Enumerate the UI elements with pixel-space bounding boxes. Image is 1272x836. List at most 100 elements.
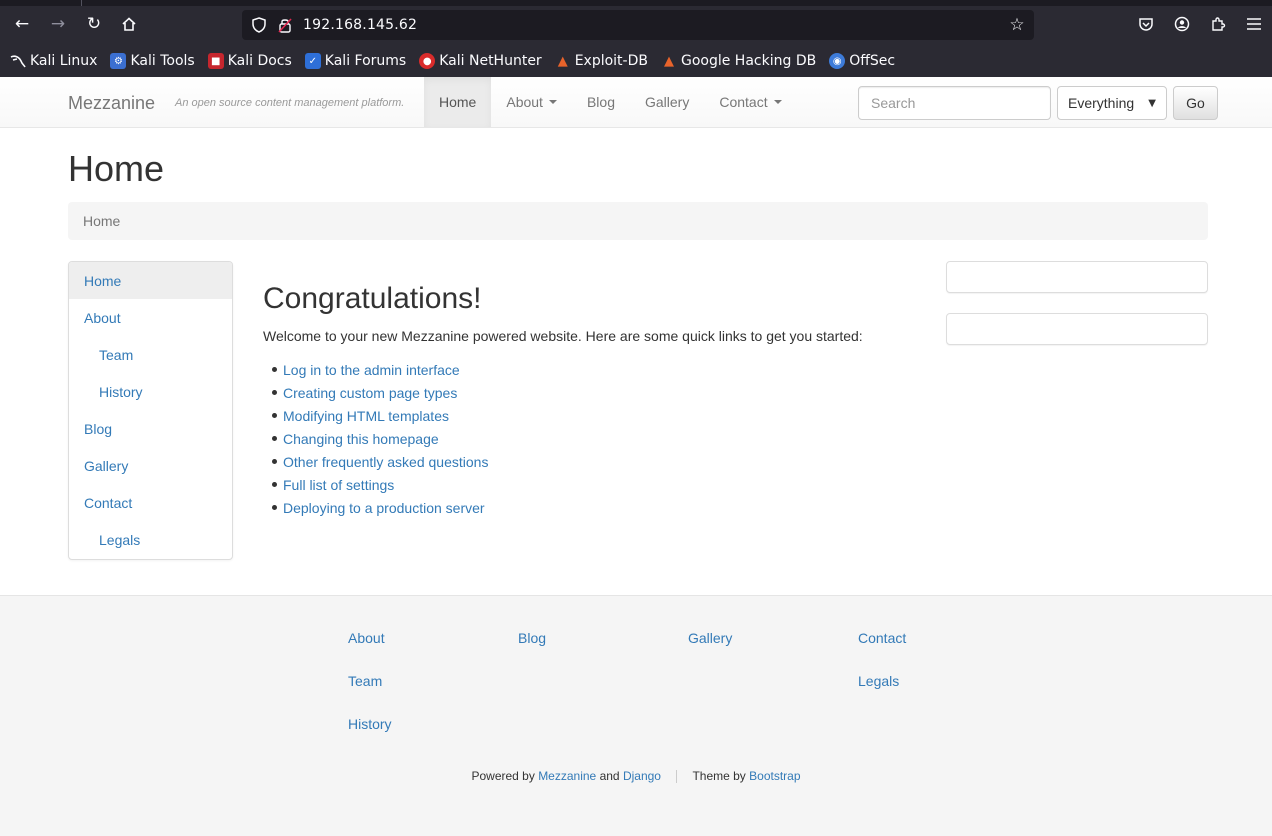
- page-title: Home: [68, 148, 165, 189]
- bullet-icon: [272, 390, 277, 395]
- link-admin-login[interactable]: Log in to the admin interface: [283, 362, 460, 378]
- address-bar[interactable]: 192.168.145.62 ☆: [242, 10, 1034, 40]
- bookmark-label: Kali Forums: [324, 53, 407, 69]
- bullet-icon: [272, 413, 277, 418]
- footer-link-gallery[interactable]: Gallery: [688, 630, 848, 673]
- browser-toolbar: ← → ↻ 192.168.145.62 ☆: [0, 6, 1272, 44]
- insecure-lock-icon[interactable]: [276, 15, 294, 35]
- bookmark-kali-linux[interactable]: Kali Linux: [10, 53, 97, 69]
- nav-label: About: [506, 94, 543, 110]
- sidenav-item-contact[interactable]: Contact: [69, 484, 232, 521]
- bullet-icon: [272, 367, 277, 372]
- link-changing-homepage[interactable]: Changing this homepage: [283, 431, 439, 447]
- shield-icon[interactable]: [250, 15, 268, 35]
- nav-about[interactable]: About: [491, 77, 572, 127]
- sidenav-item-about[interactable]: About: [69, 299, 232, 336]
- bookmark-exploit-db[interactable]: ▲ Exploit-DB: [555, 53, 648, 69]
- credits-and: and: [599, 769, 620, 783]
- bookmark-kali-nethunter[interactable]: ● Kali NetHunter: [419, 53, 542, 69]
- sidenav-item-blog[interactable]: Blog: [69, 410, 232, 447]
- footer-link-blog[interactable]: Blog: [518, 630, 678, 673]
- nav-gallery[interactable]: Gallery: [630, 77, 704, 127]
- bookmark-kali-tools[interactable]: ⚙ Kali Tools: [110, 53, 195, 69]
- sidenav-item-legals[interactable]: Legals: [69, 521, 232, 558]
- bookmark-label: Kali NetHunter: [439, 53, 542, 69]
- forward-arrow-icon[interactable]: →: [42, 8, 74, 40]
- caret-down-icon: [548, 100, 557, 104]
- account-icon[interactable]: [1166, 8, 1198, 40]
- bookmark-star-icon[interactable]: ☆: [1006, 14, 1028, 36]
- credits-theme-by: Theme by: [692, 769, 746, 783]
- bullet-icon: [272, 436, 277, 441]
- extensions-icon[interactable]: [1202, 8, 1234, 40]
- list-item: Log in to the admin interface: [263, 358, 488, 381]
- footer-link-about[interactable]: About: [348, 630, 508, 673]
- link-deploying[interactable]: Deploying to a production server: [283, 500, 485, 516]
- footer-link-history[interactable]: History: [348, 716, 508, 759]
- reload-icon[interactable]: ↻: [78, 8, 110, 40]
- bookmark-label: Kali Tools: [130, 53, 195, 69]
- sidenav-item-history[interactable]: History: [69, 373, 232, 410]
- bullet-icon: [272, 505, 277, 510]
- kali-docs-icon: ■: [207, 53, 224, 69]
- url-text[interactable]: 192.168.145.62: [303, 17, 417, 33]
- site-brand[interactable]: Mezzanine: [68, 93, 155, 114]
- footer-credits: Powered by Mezzanine and Django Theme by…: [0, 769, 1272, 784]
- bookmark-label: Kali Linux: [30, 53, 98, 69]
- back-arrow-icon[interactable]: ←: [6, 8, 38, 40]
- link-settings[interactable]: Full list of settings: [283, 477, 394, 493]
- footer-column-gallery: Gallery: [688, 630, 848, 673]
- nav-label: Blog: [586, 94, 615, 110]
- bookmark-google-hacking-db[interactable]: ▲ Google Hacking DB: [661, 53, 816, 69]
- link-custom-page-types[interactable]: Creating custom page types: [283, 385, 457, 401]
- search-go-button[interactable]: Go: [1173, 86, 1218, 120]
- footer-link-legals[interactable]: Legals: [858, 673, 1018, 716]
- link-django[interactable]: Django: [623, 769, 661, 783]
- footer-link-contact[interactable]: Contact: [858, 630, 1018, 673]
- nav-contact[interactable]: Contact: [704, 77, 796, 127]
- caret-down-icon: [773, 100, 782, 104]
- breadcrumb-item: Home: [83, 213, 121, 229]
- footer-link-team[interactable]: Team: [348, 673, 508, 716]
- search-input[interactable]: [858, 86, 1051, 120]
- nav-label: Contact: [719, 94, 768, 110]
- intro-text: Welcome to your new Mezzanine powered we…: [263, 328, 863, 344]
- kali-dragon-icon: [10, 53, 26, 69]
- credits-divider: [676, 770, 678, 784]
- link-mezzanine[interactable]: Mezzanine: [538, 769, 596, 783]
- sidenav-item-gallery[interactable]: Gallery: [69, 447, 232, 484]
- list-item: Other frequently asked questions: [263, 450, 488, 473]
- footer-column-contact: Contact Legals: [858, 630, 1018, 716]
- exploit-db-icon: ▲: [557, 53, 568, 69]
- right-sidebar-panel: [946, 313, 1208, 345]
- nav-label: Gallery: [644, 94, 690, 110]
- right-sidebar-panel: [946, 261, 1208, 293]
- link-html-templates[interactable]: Modifying HTML templates: [283, 408, 449, 424]
- browser-chrome: ← → ↻ 192.168.145.62 ☆ Kali Linux ⚙ Kali…: [0, 0, 1272, 77]
- primary-nav: Home About Blog Gallery Contact: [424, 77, 797, 127]
- site-tagline: An open source content management platfo…: [175, 97, 405, 109]
- pocket-icon[interactable]: [1130, 8, 1162, 40]
- sidenav-item-team[interactable]: Team: [69, 336, 232, 373]
- kali-forums-icon: ✓: [304, 53, 321, 69]
- content-heading: Congratulations!: [263, 282, 482, 315]
- chevron-down-icon: ▼: [1148, 97, 1156, 109]
- nav-home[interactable]: Home: [424, 77, 492, 127]
- nav-blog[interactable]: Blog: [572, 77, 630, 127]
- list-item: Full list of settings: [263, 473, 488, 496]
- sidenav-item-home[interactable]: Home: [69, 262, 232, 299]
- bookmarks-toolbar: Kali Linux ⚙ Kali Tools ■ Kali Docs ✓ Ka…: [0, 48, 1272, 74]
- nav-label: Home: [439, 94, 477, 110]
- link-bootstrap[interactable]: Bootstrap: [749, 769, 800, 783]
- search-scope-select[interactable]: Everything ▼: [1057, 86, 1167, 120]
- list-item: Creating custom page types: [263, 381, 488, 404]
- link-faq[interactable]: Other frequently asked questions: [283, 454, 488, 470]
- bookmark-offsec[interactable]: ◉ OffSec: [829, 53, 895, 69]
- bookmark-kali-forums[interactable]: ✓ Kali Forums: [304, 53, 407, 69]
- menu-hamburger-icon[interactable]: [1238, 8, 1270, 40]
- home-icon[interactable]: [113, 8, 145, 40]
- footer-column-about: About Team History: [348, 630, 508, 759]
- breadcrumb: Home: [68, 202, 1208, 240]
- offsec-icon: ◉: [829, 53, 846, 69]
- bookmark-kali-docs[interactable]: ■ Kali Docs: [207, 53, 292, 69]
